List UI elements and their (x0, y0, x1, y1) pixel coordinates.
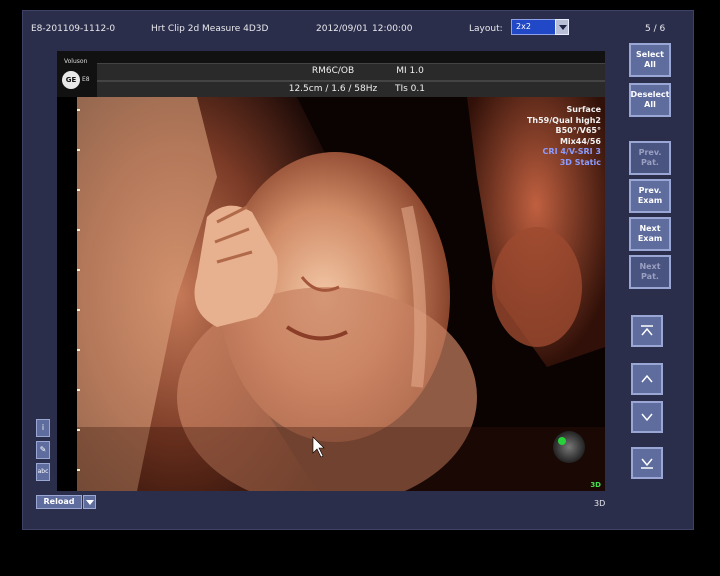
exam-time: 12:00:00 (372, 24, 413, 34)
prev-exam-button[interactable]: Prev. Exam (629, 179, 671, 213)
exam-id: E8-201109-1112-0 (31, 24, 116, 34)
mi-value: MI 1.0 (396, 66, 424, 76)
review-window: E8-201109-1112-0 Hrt Clip 2d Measure 4D3… (22, 10, 694, 530)
ruler-tick (77, 309, 80, 311)
param-line: B50°/V65° (555, 126, 601, 135)
param-line: Surface (566, 105, 601, 114)
mode-tag: 3D (590, 481, 601, 489)
depth-info: 12.5cm / 1.6 / 58Hz (288, 84, 378, 94)
layout-label: Layout: (469, 24, 503, 34)
ruler-tick (77, 349, 80, 351)
ruler-tick (77, 109, 80, 111)
deselect-all-button[interactable]: Deselect All (629, 83, 671, 117)
info-tool-icon[interactable]: i (36, 419, 50, 437)
last-page-button[interactable] (631, 447, 663, 479)
page-indicator: 5 / 6 (645, 24, 666, 34)
ruler-tick (77, 469, 80, 471)
ruler-tick (77, 149, 80, 151)
text-tool-icon[interactable]: abc (36, 463, 50, 481)
ultrasound-3d-render (77, 97, 605, 491)
brand-label: Voluson (64, 58, 88, 65)
prev-patient-button[interactable]: Prev. Pat. (629, 141, 671, 175)
exam-date: 2012/09/01 (316, 24, 368, 34)
top-bar: E8-201109-1112-0 Hrt Clip 2d Measure 4D3… (23, 11, 695, 45)
reload-dropdown-arrow-icon[interactable] (83, 495, 96, 509)
tis-value: TIs 0.1 (394, 84, 425, 94)
param-line: Th59/Qual high2 (526, 115, 601, 125)
page-down-button[interactable] (631, 401, 663, 433)
ge-logo-icon: GE (62, 71, 80, 89)
probe-label: RM6C/OB (311, 66, 355, 76)
image-viewer[interactable]: Voluson GE E8 RM6C/OB 12.5cm / 1.6 / 58H… (57, 51, 605, 491)
annotate-tool-icon[interactable]: ✎ (36, 441, 50, 459)
chevron-down-icon (641, 413, 653, 422)
ruler-tick (77, 189, 80, 191)
param-line: 3D Static (559, 157, 601, 167)
page-up-button[interactable] (631, 363, 663, 395)
next-exam-button[interactable]: Next Exam (629, 217, 671, 251)
render-parameters: Surface Th59/Qual high2 B50°/V65° Mix44/… (527, 105, 601, 168)
mode-label: 3D (594, 499, 606, 508)
param-line: CRI 4/V-SRI 3 (542, 147, 601, 156)
ruler-tick (77, 229, 80, 231)
image-header: Voluson GE E8 RM6C/OB 12.5cm / 1.6 / 58H… (57, 51, 605, 98)
reload-button[interactable]: Reload (36, 495, 82, 509)
jump-top-icon (641, 325, 653, 336)
layout-dropdown-arrow-icon[interactable] (555, 19, 569, 35)
ruler-tick (77, 389, 80, 391)
jump-bottom-icon (641, 458, 653, 469)
model-label: E8 (82, 76, 90, 83)
clip-title: Hrt Clip 2d Measure 4D3D (151, 24, 269, 34)
ruler-tick (77, 269, 80, 271)
ruler-tick (77, 429, 80, 431)
param-line: Mix44/56 (559, 136, 601, 146)
first-page-button[interactable] (631, 315, 663, 347)
select-all-button[interactable]: Select All (629, 43, 671, 77)
chevron-up-icon (641, 374, 653, 383)
next-patient-button[interactable]: Next Pat. (629, 255, 671, 289)
